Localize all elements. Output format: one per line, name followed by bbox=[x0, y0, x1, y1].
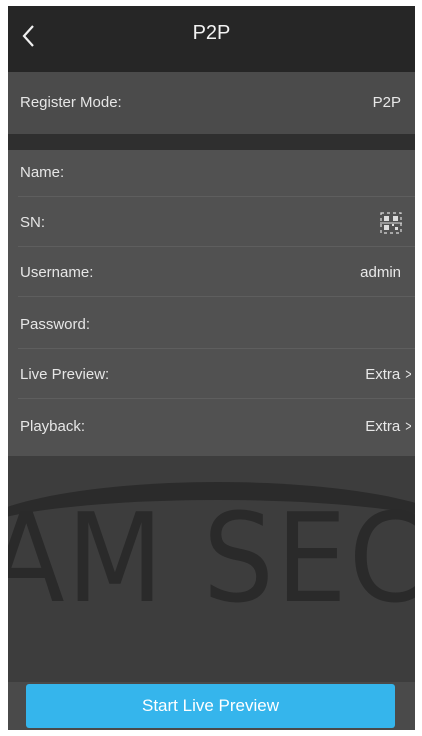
device-info-section: Name: SN: Username: admin Password: Live… bbox=[8, 150, 415, 456]
device-add-screen: P2P Register Mode: P2P Name: SN: Usernam… bbox=[8, 6, 415, 730]
password-label: Password: bbox=[20, 316, 91, 333]
chevron-right-icon: > bbox=[405, 366, 412, 383]
playback-value: Extra > bbox=[365, 418, 413, 435]
register-mode-section: Register Mode: P2P bbox=[8, 72, 415, 134]
live-preview-stream: Extra bbox=[365, 366, 401, 383]
playback-label: Playback: bbox=[20, 418, 86, 435]
register-mode-label: Register Mode: bbox=[20, 94, 122, 111]
section-gap bbox=[8, 134, 415, 150]
chevron-right-icon: > bbox=[405, 418, 412, 435]
live-preview-value: Extra > bbox=[365, 366, 413, 383]
divider bbox=[18, 348, 415, 349]
live-preview-label: Live Preview: bbox=[20, 366, 110, 383]
sn-label: SN: bbox=[20, 214, 46, 231]
divider bbox=[18, 296, 415, 297]
playback-stream: Extra bbox=[365, 418, 401, 435]
qr-scan-icon[interactable] bbox=[379, 211, 403, 235]
username-value[interactable]: admin bbox=[360, 264, 401, 281]
divider bbox=[18, 196, 415, 197]
page-title: P2P bbox=[192, 22, 231, 44]
username-label: Username: bbox=[20, 264, 94, 281]
name-label: Name: bbox=[20, 164, 65, 181]
start-live-preview-button[interactable]: Start Live Preview bbox=[26, 684, 395, 728]
divider bbox=[18, 398, 415, 399]
divider bbox=[18, 246, 415, 247]
top-bar: P2P bbox=[8, 6, 415, 72]
watermark-text: AM SEC bbox=[8, 487, 415, 631]
register-mode-value: P2P bbox=[372, 94, 401, 111]
